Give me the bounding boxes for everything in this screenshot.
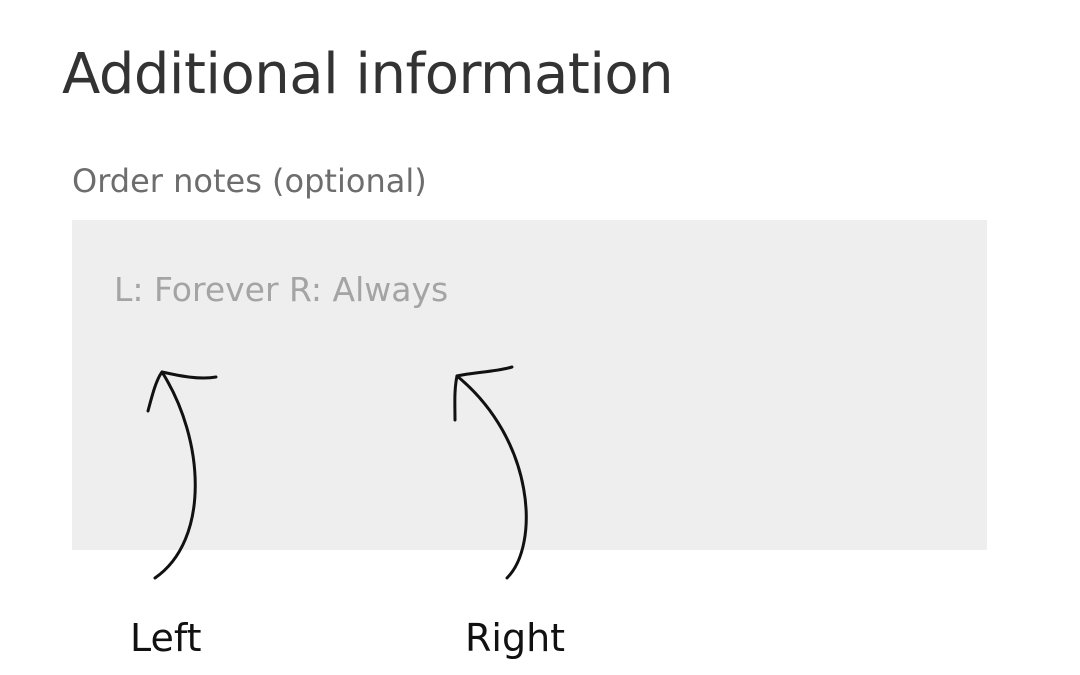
- right-annotation-label: Right: [465, 616, 566, 660]
- right-arrow-head: [453, 365, 514, 422]
- right-arrow-annotation: [453, 365, 528, 580]
- right-arrow-shaft: [455, 374, 528, 580]
- left-annotation-label: Left: [130, 616, 202, 660]
